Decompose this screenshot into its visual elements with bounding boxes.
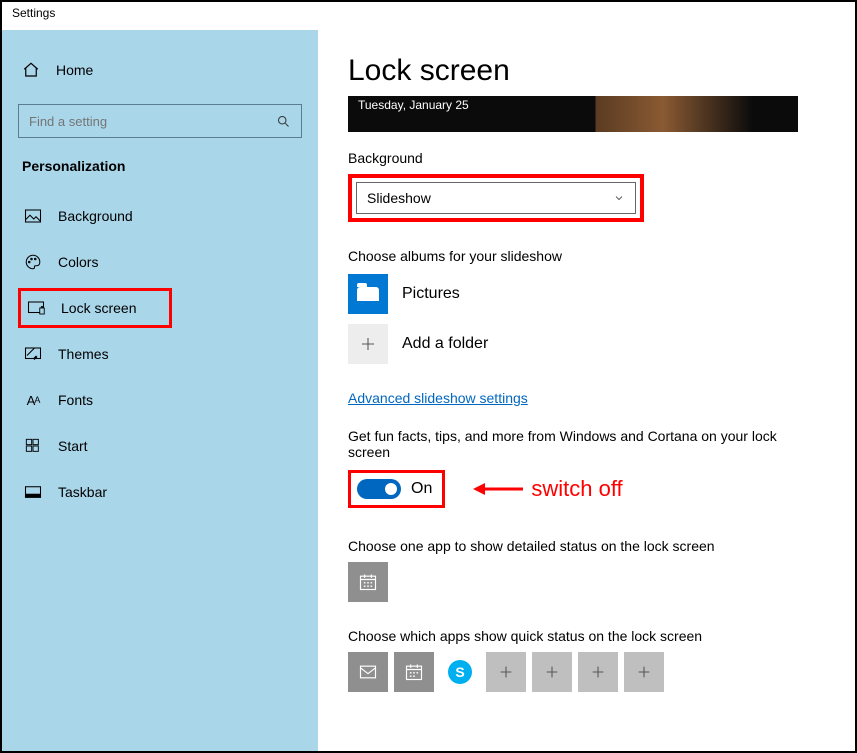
lock-screen-icon [27,299,45,317]
album-item-pictures[interactable]: Pictures [348,274,825,314]
sidebar: Home Personalization Background Colors [2,30,318,751]
quick-status-add-2[interactable] [532,652,572,692]
page-title: Lock screen [348,54,825,88]
search-input[interactable] [18,104,302,138]
plus-icon [498,664,514,680]
plus-icon [636,664,652,680]
background-dropdown[interactable]: Slideshow [356,182,636,214]
background-label: Background [348,150,825,166]
taskbar-icon [24,483,42,501]
sidebar-item-fonts[interactable]: AA Fonts [18,380,302,420]
lock-screen-preview: Tuesday, January 25 [348,96,798,132]
nav-list: Background Colors Lock screen Themes [18,196,302,512]
search-icon [276,114,291,129]
detailed-status-label: Choose one app to show detailed status o… [348,538,825,554]
sidebar-item-colors[interactable]: Colors [18,242,302,282]
chevron-down-icon [613,192,625,204]
plus-icon [544,664,560,680]
calendar-icon [404,662,424,682]
folder-icon [348,274,388,314]
sidebar-item-label: Colors [58,254,98,270]
annotation-switch-off: switch off [473,476,622,502]
fun-facts-toggle[interactable] [357,479,401,499]
nav-home-label: Home [56,62,93,78]
annotation-box-background: Slideshow [348,174,644,222]
toggle-state: On [411,480,432,498]
advanced-settings-link[interactable]: Advanced slideshow settings [348,390,528,406]
sidebar-item-label: Background [58,208,133,224]
sidebar-item-label: Taskbar [58,484,107,500]
sidebar-item-label: Fonts [58,392,93,408]
window-title: Settings [2,2,855,30]
annotation-text: switch off [531,476,622,502]
quick-status-apps: S [348,652,825,692]
quick-status-add-4[interactable] [624,652,664,692]
plus-icon [590,664,606,680]
sidebar-item-label: Lock screen [61,300,136,316]
add-folder-button[interactable]: Add a folder [348,324,825,364]
fonts-icon: AA [24,391,42,409]
sidebar-item-label: Start [58,438,88,454]
start-icon [24,437,42,455]
quick-status-add-1[interactable] [486,652,526,692]
plus-icon [348,324,388,364]
home-icon [22,61,40,79]
main-pane: Lock screen Tuesday, January 25 Backgrou… [318,30,855,751]
detailed-status-app[interactable] [348,562,388,602]
quick-status-calendar[interactable] [394,652,434,692]
add-folder-label: Add a folder [402,335,488,353]
sidebar-item-start[interactable]: Start [18,426,302,466]
quick-status-mail[interactable] [348,652,388,692]
nav-home[interactable]: Home [22,50,302,90]
fun-facts-label: Get fun facts, tips, and more from Windo… [348,428,808,460]
quick-status-label: Choose which apps show quick status on t… [348,628,825,644]
dropdown-value: Slideshow [367,190,431,206]
skype-icon: S [448,660,472,684]
search-field[interactable] [29,114,269,129]
themes-icon [24,345,42,363]
albums-label: Choose albums for your slideshow [348,248,825,264]
quick-status-add-3[interactable] [578,652,618,692]
palette-icon [24,253,42,271]
sidebar-item-lock-screen[interactable]: Lock screen [18,288,172,328]
picture-icon [24,207,42,225]
sidebar-item-themes[interactable]: Themes [18,334,302,374]
arrow-left-icon [473,479,523,499]
preview-date: Tuesday, January 25 [358,98,469,112]
sidebar-item-taskbar[interactable]: Taskbar [18,472,302,512]
annotation-box-toggle: On [348,470,445,508]
mail-icon [358,662,378,682]
album-name: Pictures [402,285,460,303]
sidebar-item-background[interactable]: Background [18,196,302,236]
quick-status-skype[interactable]: S [440,652,480,692]
sidebar-item-label: Themes [58,346,109,362]
calendar-icon [358,572,378,592]
section-title: Personalization [18,158,302,174]
